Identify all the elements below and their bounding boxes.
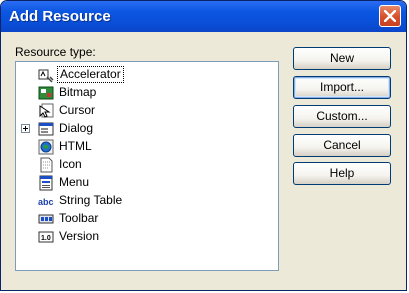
tree-item-label: Cursor — [59, 103, 96, 117]
tree-item-label: Icon — [59, 157, 82, 171]
bitmap-icon — [38, 86, 54, 100]
html-icon — [38, 139, 54, 155]
window-title: Add Resource — [9, 8, 111, 25]
add-resource-dialog: Add Resource Resource type: Accelerator — [0, 0, 407, 291]
tree-item-dialog[interactable]: Dialog — [16, 120, 278, 138]
close-button[interactable] — [379, 5, 401, 27]
svg-text:abc: abc — [38, 197, 54, 207]
resource-type-label: Resource type: — [15, 45, 96, 59]
cancel-button[interactable]: Cancel — [293, 134, 391, 157]
toolbar-icon — [38, 214, 54, 224]
string-table-icon: abc — [38, 197, 54, 207]
dialog-body: Resource type: Accelerator Bitmap Cursor… — [4, 32, 403, 288]
tree-item-label: Version — [59, 229, 100, 243]
tree-item-label: Toolbar — [59, 211, 99, 225]
accelerator-icon — [38, 69, 54, 83]
version-icon: 1.0 — [38, 231, 54, 243]
tree-item-label: HTML — [59, 139, 92, 153]
icon-resource-icon — [40, 157, 53, 173]
custom-button[interactable]: Custom... — [293, 105, 391, 128]
tree-item-label: Bitmap — [59, 85, 97, 99]
cursor-icon — [39, 103, 54, 118]
close-icon — [384, 10, 396, 22]
tree-item-menu[interactable]: Menu — [16, 174, 278, 192]
new-button[interactable]: New — [293, 47, 391, 70]
tree-item-label: Menu — [59, 175, 90, 189]
resource-type-tree[interactable]: Accelerator Bitmap Cursor Dialog HTML Ic… — [15, 61, 279, 271]
expand-icon[interactable] — [21, 124, 30, 133]
tree-item-html[interactable]: HTML — [16, 138, 278, 156]
tree-item-label: String Table — [59, 193, 123, 207]
tree-item-toolbar[interactable]: Toolbar — [16, 210, 278, 228]
title-bar[interactable]: Add Resource — [1, 1, 406, 32]
tree-item-cursor[interactable]: Cursor — [16, 102, 278, 120]
tree-item-accelerator[interactable]: Accelerator — [16, 66, 278, 84]
help-button[interactable]: Help — [293, 162, 391, 185]
tree-item-label: Dialog — [59, 121, 94, 135]
svg-text:1.0: 1.0 — [41, 235, 51, 242]
tree-item-label: Accelerator — [57, 66, 124, 83]
tree-item-string-table[interactable]: abc String Table — [16, 192, 278, 210]
tree-item-icon[interactable]: Icon — [16, 156, 278, 174]
tree-item-bitmap[interactable]: Bitmap — [16, 84, 278, 102]
menu-icon — [39, 175, 53, 191]
import-button[interactable]: Import... — [293, 76, 391, 99]
tree-item-version[interactable]: 1.0 Version — [16, 228, 278, 246]
dialog-icon — [38, 122, 54, 136]
